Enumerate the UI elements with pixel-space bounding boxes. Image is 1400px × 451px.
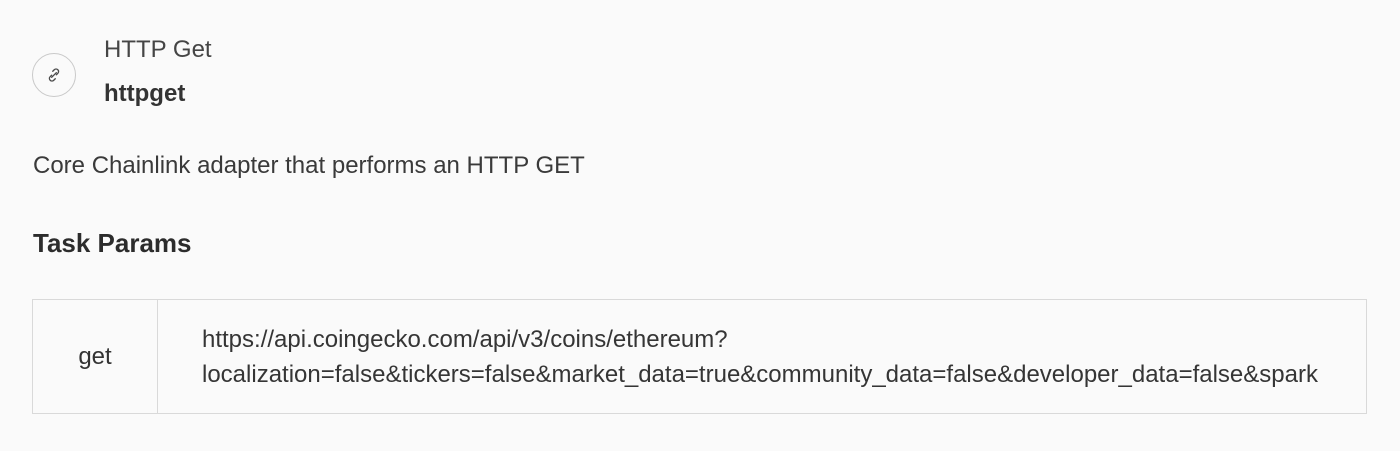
param-key-cell: get bbox=[33, 300, 158, 413]
task-params-heading: Task Params bbox=[33, 228, 192, 258]
param-value-cell: https://api.coingecko.com/api/v3/coins/e… bbox=[158, 300, 1366, 413]
task-title-block: HTTP Get httpget bbox=[104, 36, 212, 109]
task-description: Core Chainlink adapter that performs an … bbox=[33, 152, 585, 179]
task-detail-page: HTTP Get httpget Core Chainlink adapter … bbox=[0, 0, 1400, 451]
param-value-line: https://api.coingecko.com/api/v3/coins/e… bbox=[202, 326, 728, 353]
task-name: HTTP Get bbox=[104, 36, 212, 63]
task-params-table: get https://api.coingecko.com/api/v3/coi… bbox=[32, 299, 1367, 414]
param-value-line: localization=false&tickers=false&market_… bbox=[202, 361, 1318, 388]
task-header: HTTP Get httpget bbox=[32, 36, 212, 109]
link-icon bbox=[32, 53, 76, 97]
task-type: httpget bbox=[104, 80, 186, 107]
